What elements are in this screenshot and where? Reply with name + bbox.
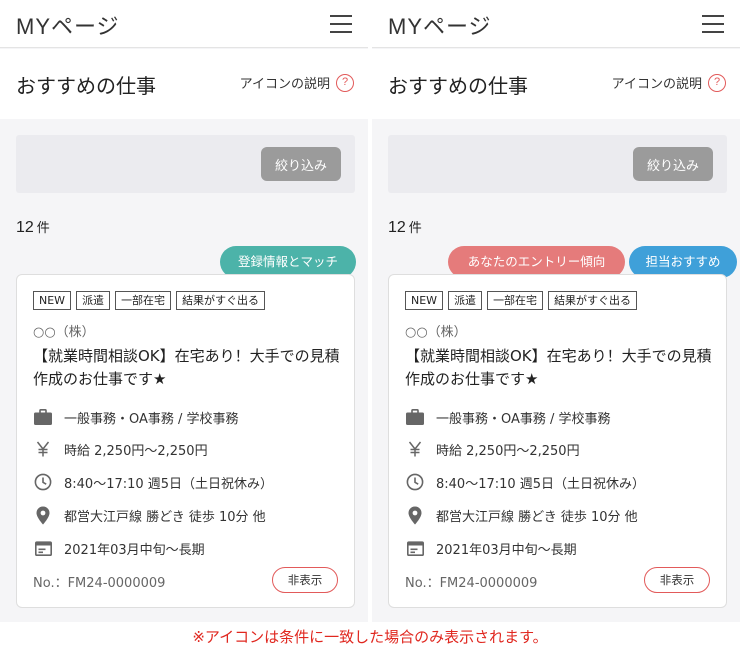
company-name: ○○（株） <box>405 325 467 340</box>
info-hours: 8:40〜17:10 週5日（土日祝休み） <box>33 472 273 492</box>
tag-dispatch: 派遣 <box>448 291 483 310</box>
result-count-unit: 件 <box>408 221 422 236</box>
section-header: おすすめの仕事 アイコンの説明 ? <box>0 49 368 119</box>
help-circle-icon: ? <box>708 73 726 92</box>
phone-screen-left: MYページ おすすめの仕事 アイコンの説明 ? 絞り込み 12 件 登録情報とマッ… <box>0 0 368 622</box>
hours-text: 8:40〜17:10 週5日（土日祝休み） <box>436 476 646 492</box>
info-period: 2021年03月中旬〜長期 <box>405 538 577 558</box>
calendar-icon <box>33 538 53 558</box>
tag-new: NEW <box>405 291 444 310</box>
tag-dispatch: 派遣 <box>76 291 111 310</box>
job-card[interactable]: NEW 派遣 一部在宅 結果がすぐ出る ○○（株） 【就業時間相談OK】在宅あり… <box>388 274 727 608</box>
job-type-text: 一般事務・OA事務 / 学校事務 <box>64 411 239 427</box>
tag-list: NEW 派遣 一部在宅 結果がすぐ出る <box>33 291 270 310</box>
salary-text: 時給 2,250円〜2,250円 <box>436 443 580 459</box>
company-name: ○○（株） <box>33 325 95 340</box>
location-pin-icon <box>33 505 53 525</box>
clock-icon <box>33 472 53 492</box>
filter-button[interactable]: 絞り込み <box>261 147 341 181</box>
hide-button[interactable]: 非表示 <box>272 567 338 593</box>
icon-help-label: アイコンの説明 <box>611 77 702 92</box>
result-count-number: 12 <box>388 219 406 236</box>
job-card[interactable]: NEW 派遣 一部在宅 結果がすぐ出る ○○（株） 【就業時間相談OK】在宅あり… <box>16 274 355 608</box>
filter-area: 絞り込み <box>16 135 355 193</box>
job-title[interactable]: 【就業時間相談OK】在宅あり！大手での見積作成のお仕事です★ <box>33 345 343 391</box>
info-access: 都営大江戸線 勝どき 徒歩 10分 他 <box>33 505 266 525</box>
info-job-type: 一般事務・OA事務 / 学校事務 <box>33 407 239 427</box>
tag-list: NEW 派遣 一部在宅 結果がすぐ出る <box>405 291 642 310</box>
salary-text: 時給 2,250円〜2,250円 <box>64 443 208 459</box>
app-title: MYページ <box>16 14 120 39</box>
tag-quick-result: 結果がすぐ出る <box>176 291 266 310</box>
tag-partial-remote: 一部在宅 <box>487 291 544 310</box>
tag-partial-remote: 一部在宅 <box>115 291 172 310</box>
job-type-text: 一般事務・OA事務 / 学校事務 <box>436 411 611 427</box>
location-pin-icon <box>405 505 425 525</box>
hamburger-menu-icon[interactable] <box>330 14 352 34</box>
hide-button[interactable]: 非表示 <box>644 567 710 593</box>
page-title: おすすめの仕事 <box>388 74 528 98</box>
access-text: 都営大江戸線 勝どき 徒歩 10分 他 <box>64 509 266 525</box>
help-circle-icon: ? <box>336 73 354 92</box>
result-count-number: 12 <box>16 219 34 236</box>
phone-screen-right: MYページ おすすめの仕事 アイコンの説明 ? 絞り込み 12 件 あなたのエント… <box>372 0 740 622</box>
job-number: No.：FM24-0000009 <box>33 576 166 591</box>
tag-new: NEW <box>33 291 72 310</box>
icon-help-link[interactable]: アイコンの説明 ? <box>612 73 726 92</box>
info-job-type: 一般事務・OA事務 / 学校事務 <box>405 407 611 427</box>
yen-icon <box>405 439 425 459</box>
app-title: MYページ <box>388 14 492 39</box>
access-text: 都営大江戸線 勝どき 徒歩 10分 他 <box>436 509 638 525</box>
app-header: MYページ <box>0 0 368 48</box>
calendar-icon <box>405 538 425 558</box>
info-access: 都営大江戸線 勝どき 徒歩 10分 他 <box>405 505 638 525</box>
info-hours: 8:40〜17:10 週5日（土日祝休み） <box>405 472 645 492</box>
result-count: 12 件 <box>16 217 50 237</box>
section-header: おすすめの仕事 アイコンの説明 ? <box>372 49 740 119</box>
tag-quick-result: 結果がすぐ出る <box>548 291 638 310</box>
result-count: 12 件 <box>388 217 422 237</box>
filter-button[interactable]: 絞り込み <box>633 147 713 181</box>
hours-text: 8:40〜17:10 週5日（土日祝休み） <box>64 476 274 492</box>
yen-icon <box>33 439 53 459</box>
filter-area: 絞り込み <box>388 135 727 193</box>
briefcase-icon <box>405 407 425 427</box>
briefcase-icon <box>33 407 53 427</box>
footnote: ※アイコンは条件に一致した場合のみ表示されます。 <box>192 628 548 646</box>
hamburger-menu-icon[interactable] <box>702 14 724 34</box>
icon-help-label: アイコンの説明 <box>239 77 330 92</box>
period-text: 2021年03月中旬〜長期 <box>436 542 577 558</box>
clock-icon <box>405 472 425 492</box>
icon-help-link[interactable]: アイコンの説明 ? <box>240 73 354 92</box>
info-salary: 時給 2,250円〜2,250円 <box>405 439 580 459</box>
info-salary: 時給 2,250円〜2,250円 <box>33 439 208 459</box>
page-title: おすすめの仕事 <box>16 74 156 98</box>
info-period: 2021年03月中旬〜長期 <box>33 538 205 558</box>
period-text: 2021年03月中旬〜長期 <box>64 542 205 558</box>
job-title[interactable]: 【就業時間相談OK】在宅あり！大手での見積作成のお仕事です★ <box>405 345 715 391</box>
result-count-unit: 件 <box>36 221 50 236</box>
app-header: MYページ <box>372 0 740 48</box>
job-number: No.：FM24-0000009 <box>405 576 538 591</box>
